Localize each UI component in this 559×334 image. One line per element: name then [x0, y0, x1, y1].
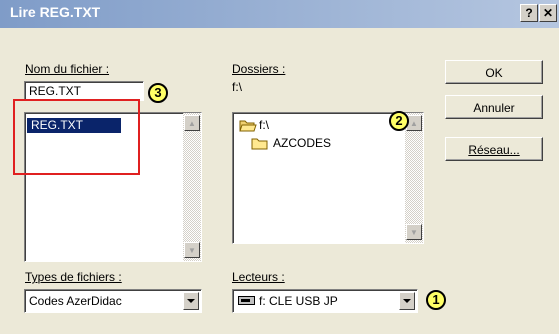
help-button[interactable]: ?	[520, 4, 538, 22]
folders-label: Dossiers :	[232, 62, 286, 76]
folder-item-label: AZCODES	[273, 136, 332, 150]
usb-drive-icon	[238, 296, 255, 305]
annotation-highlight-box	[13, 99, 140, 175]
filetypes-select[interactable]: Codes AzerDidac	[24, 289, 202, 313]
filename-input[interactable]: REG.TXT	[24, 81, 144, 101]
filetypes-dropdown-icon[interactable]	[183, 292, 199, 310]
scroll-up-icon[interactable]: ▲	[184, 115, 200, 131]
folders-path: f:\	[232, 80, 243, 94]
network-button-label: Réseau...	[468, 143, 520, 157]
filetypes-label: Types de fichiers :	[25, 270, 122, 284]
drives-select[interactable]: f: CLE USB JP	[232, 289, 418, 313]
close-button[interactable]: ✕	[539, 4, 557, 22]
folder-list[interactable]: f:\ AZCODES ▲ ▼	[232, 112, 424, 244]
open-folder-icon	[239, 120, 257, 132]
network-button[interactable]: Réseau...	[445, 137, 543, 161]
drives-label: Lecteurs :	[232, 270, 285, 284]
folder-item-azcodes[interactable]: AZCODES	[251, 136, 331, 150]
window-title: Lire REG.TXT	[10, 4, 101, 20]
cancel-button[interactable]: Annuler	[445, 95, 543, 119]
annotation-badge-3: 3	[148, 83, 168, 103]
folder-item-root[interactable]: f:\	[239, 118, 269, 132]
annotation-badge-2: 2	[389, 111, 409, 131]
folder-item-label: f:\	[259, 118, 270, 132]
filename-input-value: REG.TXT	[29, 84, 82, 98]
folder-icon	[251, 138, 268, 150]
file-list-scrollbar[interactable]	[183, 113, 201, 261]
filename-label: Nom du fichier :	[25, 62, 110, 76]
scroll-down-icon[interactable]: ▼	[184, 242, 200, 258]
drives-dropdown-icon[interactable]	[399, 292, 415, 310]
filetypes-value: Codes AzerDidac	[29, 294, 122, 308]
drives-value: f: CLE USB JP	[259, 294, 338, 308]
ok-button[interactable]: OK	[445, 60, 543, 84]
scroll-down-icon[interactable]: ▼	[406, 224, 422, 240]
annotation-badge-1: 1	[426, 290, 446, 310]
